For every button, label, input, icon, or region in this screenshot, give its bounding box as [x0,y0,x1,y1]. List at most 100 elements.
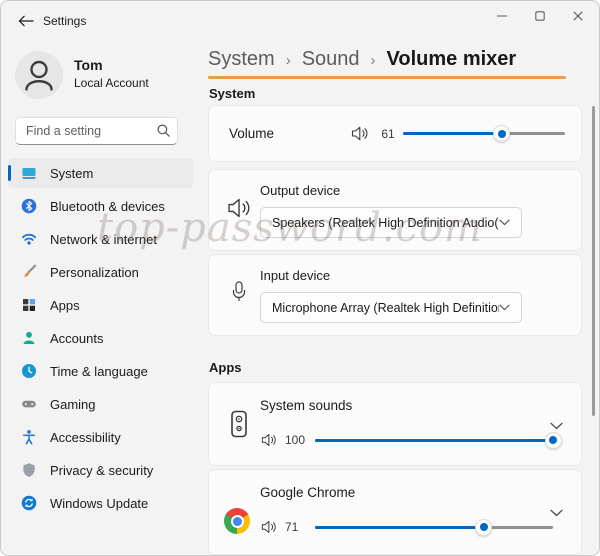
output-device-select[interactable]: Speakers (Realtek High Definition Audio(… [260,207,522,238]
sidebar-item-label: Personalization [50,265,139,280]
personalization-icon [21,264,37,280]
breadcrumb-sound[interactable]: Sound [302,48,360,71]
sidebar-item-privacy-security[interactable]: Privacy & security [8,455,193,485]
time-language-icon [21,363,37,379]
person-icon [15,51,63,99]
sidebar-item-label: Accessibility [50,430,121,445]
app-volume-slider[interactable] [315,518,553,536]
profile-name: Tom [74,57,103,73]
sidebar-item-gaming[interactable]: Gaming [8,389,193,419]
gaming-icon [21,396,37,412]
slider-thumb[interactable] [493,125,510,142]
sidebar-item-accounts[interactable]: Accounts [8,323,193,353]
search-box [15,117,178,145]
window-title: Settings [43,14,86,28]
app-card-system-sounds: System sounds 100 [208,382,582,466]
sidebar-item-network-internet[interactable]: Network & internet [8,224,193,254]
app-volume-row: 71 [261,518,553,536]
sidebar-item-label: Network & internet [50,232,157,247]
sidebar-item-apps[interactable]: Apps [8,290,193,320]
app-volume-value: 71 [285,520,311,534]
slider-thumb[interactable] [545,432,562,449]
slider-fill [403,132,502,135]
breadcrumb-underline [208,76,566,79]
volume-label: Volume [229,126,274,141]
chevron-down-icon [550,509,563,517]
breadcrumb-separator: › [371,52,376,69]
sidebar-item-bluetooth-devices[interactable]: Bluetooth & devices [8,191,193,221]
sidebar-item-label: Accounts [50,331,103,346]
app-name: Google Chrome [260,485,355,500]
close-button[interactable] [559,1,597,31]
speaker-box-icon [226,410,252,440]
breadcrumb: System › Sound › Volume mixer [208,48,516,71]
search-icon [157,124,170,137]
output-device-value: Speakers (Realtek High Definition Audio(… [272,216,499,230]
sidebar-item-system[interactable]: System [8,158,193,188]
sidebar-item-label: Bluetooth & devices [50,199,165,214]
bluetooth-icon [21,198,37,214]
sidebar-item-accessibility[interactable]: Accessibility [8,422,193,452]
vertical-scrollbar[interactable] [592,106,595,416]
speaker-icon [351,126,370,141]
input-device-label: Input device [260,268,330,283]
slider-fill [315,526,484,529]
app-card-google-chrome: Google Chrome 71 [208,469,582,555]
close-icon [573,11,583,21]
sidebar-item-time-language[interactable]: Time & language [8,356,193,386]
network-icon [21,231,37,247]
profile-account-type: Local Account [74,76,149,90]
input-device-card: Input device Microphone Array (Realtek H… [208,254,582,336]
sidebar-item-label: Privacy & security [50,463,153,478]
slider-fill [315,439,553,442]
speaker-icon [261,520,278,534]
minimize-button[interactable] [483,1,521,31]
app-name: System sounds [260,398,352,413]
app-volume-value: 100 [285,433,311,447]
chevron-down-icon [499,304,510,311]
app-volume-row: 100 [261,431,553,449]
minimize-icon [497,11,507,21]
output-device-label: Output device [260,183,340,198]
slider-thumb[interactable] [475,519,492,536]
sidebar-item-personalization[interactable]: Personalization [8,257,193,287]
windows-update-icon [21,495,37,511]
breadcrumb-separator: › [286,52,291,69]
search-input[interactable] [15,117,178,145]
breadcrumb-system[interactable]: System [208,48,275,71]
sidebar-item-label: Gaming [50,397,96,412]
app-volume-slider[interactable] [315,431,553,449]
volume-card: Volume 61 [208,105,582,162]
sidebar-nav: System Bluetooth & devices Network & int… [8,158,193,518]
accounts-icon [21,330,37,346]
chrome-logo-icon [224,508,250,534]
selected-indicator [8,165,11,181]
accessibility-icon [21,429,37,445]
volume-slider[interactable] [403,125,565,143]
apps-icon [21,297,37,313]
sidebar-item-label: Apps [50,298,80,313]
window-controls [483,1,597,31]
page-title: Volume mixer [387,48,517,71]
input-device-select[interactable]: Microphone Array (Realtek High Definitio… [260,292,522,323]
privacy-security-icon [21,462,37,478]
avatar [15,51,63,99]
speaker-icon [261,433,278,447]
input-device-value: Microphone Array (Realtek High Definitio… [272,301,499,315]
maximize-button[interactable] [521,1,559,31]
settings-window: Settings Tom Local Account [0,0,600,556]
sidebar-item-windows-update[interactable]: Windows Update [8,488,193,518]
section-header-apps: Apps [209,360,242,375]
chevron-down-icon [550,422,563,430]
speaker-icon [227,197,253,219]
volume-value: 61 [376,127,400,141]
chevron-down-icon [499,219,510,226]
section-header-system: System [209,86,255,101]
back-arrow-icon [18,15,34,27]
system-icon [21,165,37,181]
sidebar-item-label: System [50,166,93,181]
back-button[interactable] [13,10,39,32]
sidebar-item-label: Time & language [50,364,148,379]
maximize-icon [535,11,545,21]
sidebar-item-label: Windows Update [50,496,148,511]
